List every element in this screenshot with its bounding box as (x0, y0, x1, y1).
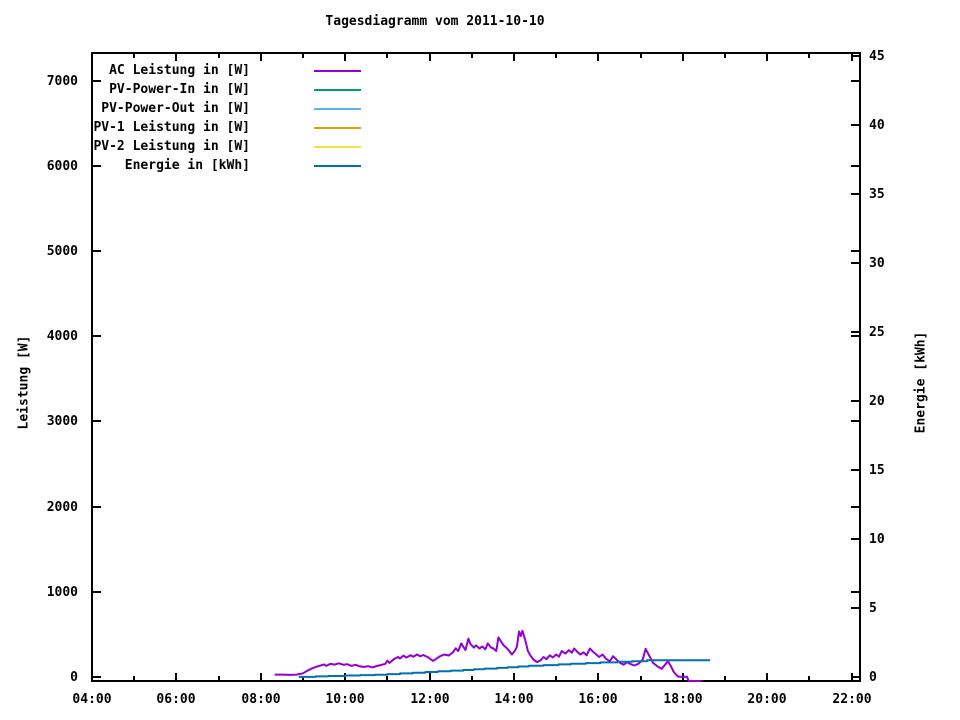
y2-tick-label: 30 (869, 256, 885, 271)
legend-label: Energie in [kWh] (124, 158, 250, 173)
y1-tick-label: 1000 (47, 585, 78, 600)
y2-tick-label: 45 (869, 49, 885, 64)
x-tick-label: 06:00 (156, 692, 195, 707)
legend-line-sample (314, 108, 361, 110)
y2-tick-label: 0 (869, 670, 877, 685)
series-line-ac-leistung-in-w (274, 629, 702, 682)
legend-item-ac-leistung-in-w: AC Leistung in [W] (0, 63, 960, 79)
legend-line-sample (314, 165, 361, 167)
x-tick-label: 18:00 (663, 692, 702, 707)
x-tick-label: 08:00 (241, 692, 280, 707)
legend-label: PV-1 Leistung in [W] (93, 120, 250, 135)
y1-tick-label: 3000 (47, 414, 78, 429)
legend-item-pv-power-out-in-w: PV-Power-Out in [W] (0, 101, 960, 117)
y2-tick-label: 5 (869, 601, 877, 616)
series-line-energie-in-kwh (298, 659, 711, 678)
x-tick-label: 10:00 (325, 692, 364, 707)
legend-line-sample (314, 70, 361, 72)
y1-tick-label: 5000 (47, 244, 78, 259)
y2-tick-label: 35 (869, 187, 885, 202)
y1-tick-label: 4000 (47, 329, 78, 344)
y1-tick-label: 0 (70, 670, 78, 685)
chart-canvas: Tagesdiagramm vom 2011-10-10 Leistung [W… (0, 0, 960, 720)
y2-tick-label: 10 (869, 532, 885, 547)
legend-label: PV-2 Leistung in [W] (93, 139, 250, 154)
x-tick-label: 04:00 (72, 692, 111, 707)
legend-label: AC Leistung in [W] (109, 63, 250, 78)
legend-label: PV-Power-Out in [W] (101, 101, 250, 116)
y2-tick-label: 25 (869, 325, 885, 340)
x-tick-label: 20:00 (747, 692, 786, 707)
y2-tick-label: 20 (869, 394, 885, 409)
legend-item-pv-1-leistung-in-w: PV-1 Leistung in [W] (0, 120, 960, 136)
legend-label: PV-Power-In in [W] (109, 82, 250, 97)
legend-line-sample (314, 146, 361, 148)
y2-tick-label: 15 (869, 463, 885, 478)
legend-item-energie-in-kwh: Energie in [kWh] (0, 158, 960, 174)
legend-line-sample (314, 127, 361, 129)
y1-tick-label: 2000 (47, 500, 78, 515)
legend-line-sample (314, 89, 361, 91)
legend-item-pv-power-in-in-w: PV-Power-In in [W] (0, 82, 960, 98)
x-tick-label: 22:00 (832, 692, 871, 707)
x-tick-label: 16:00 (578, 692, 617, 707)
legend-item-pv-2-leistung-in-w: PV-2 Leistung in [W] (0, 139, 960, 155)
x-tick-label: 12:00 (410, 692, 449, 707)
x-tick-label: 14:00 (494, 692, 533, 707)
